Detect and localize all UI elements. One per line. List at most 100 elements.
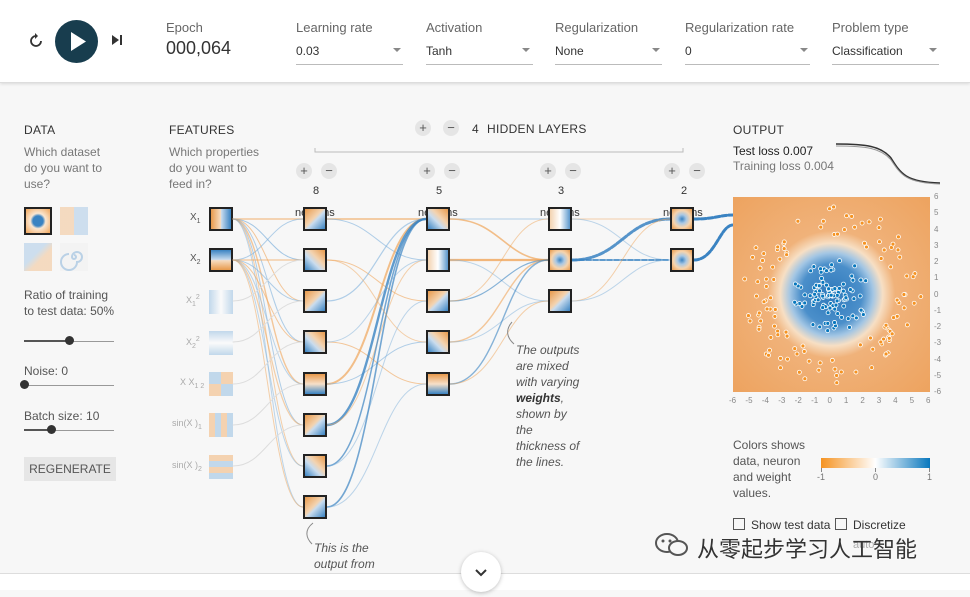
layer4-remove-neuron-button[interactable]: − [689,163,705,179]
scroll-down-button[interactable] [461,552,501,592]
data-point-negative [784,252,790,258]
y-tick-label: -3 [934,338,942,348]
data-point-negative [864,244,869,250]
data-point-positive [840,288,846,294]
data-point-negative [831,204,837,210]
neuron-l1-8[interactable] [303,495,327,519]
data-point-positive [852,263,858,269]
data-point-negative [904,322,910,328]
data-point-positive [811,264,817,269]
data-point-negative [834,380,840,386]
data-point-positive [810,322,816,328]
data-point-negative [758,318,764,324]
data-point-negative [844,213,849,219]
neuron-l2-3[interactable] [426,289,450,313]
data-point-positive [820,279,826,285]
x-tick-label: 6 [926,396,931,405]
legend-text: Colors shows data, neuron and weight val… [733,438,806,500]
y-tick-label: 6 [934,192,939,201]
remove-layer-button[interactable]: − [443,120,459,136]
data-point-negative [829,357,835,363]
neuron-l3-1[interactable] [548,207,572,231]
data-point-positive [857,293,863,299]
annot-w3: with varying [516,375,580,389]
y-tick-label: 4 [934,224,939,234]
data-point-negative [896,234,901,240]
layer3-add-neuron-button[interactable]: + [540,163,556,179]
data-point-positive [815,297,821,303]
discretize-label: Discretize [853,518,906,532]
data-point-negative [817,360,823,366]
neuron-l2-4[interactable] [426,330,450,354]
data-point-positive [841,303,847,309]
data-point-positive [829,262,835,268]
neuron-l1-2[interactable] [303,248,327,272]
neuron-l1-4[interactable] [303,330,327,354]
layer1-add-neuron-button[interactable]: + [296,163,312,179]
neuron-l1-3[interactable] [303,289,327,313]
x-tick-label: -5 [745,396,753,405]
x-tick-label: 4 [893,396,898,405]
data-point-negative [818,224,824,230]
neuron-l4-2[interactable] [670,248,694,272]
data-point-negative [878,256,884,261]
data-point-positive [828,267,834,273]
test-loss-label: Test loss [733,144,780,158]
layer2-remove-neuron-button[interactable]: − [444,163,460,179]
data-point-negative [772,314,778,319]
neuron-l4-1[interactable] [670,207,694,231]
neuron-l2-5[interactable] [426,372,450,396]
data-point-negative [918,294,924,299]
data-point-negative [763,284,769,289]
data-point-negative [901,292,907,297]
neuron-l3-3[interactable] [548,289,572,313]
discretize-checkbox[interactable] [835,518,847,530]
data-point-negative [781,246,787,251]
data-point-positive [818,266,823,272]
neuron-l2-2[interactable] [426,248,450,272]
data-point-positive [825,320,831,326]
data-point-negative [869,365,875,371]
data-point-negative [766,352,771,358]
data-point-negative [894,297,900,303]
data-point-negative [868,335,873,341]
data-point-positive [841,281,846,287]
data-point-positive [833,302,839,308]
neuron-l1-7[interactable] [303,454,327,478]
data-point-negative [772,307,778,312]
neuron-l2-1[interactable] [426,207,450,231]
data-point-negative [888,264,894,270]
data-point-negative [862,240,867,246]
data-point-negative [895,247,901,253]
data-point-positive [835,311,841,316]
data-point-negative [820,218,826,224]
data-point-negative [802,376,808,382]
watermark-text: 从零起步学习人工智能 [697,537,918,562]
add-layer-button[interactable]: + [415,120,431,136]
layer3-remove-neuron-button[interactable]: − [565,163,581,179]
layer4-add-neuron-button[interactable]: + [664,163,680,179]
data-point-negative [877,216,883,222]
legend-tick-pos: 1 [927,472,933,482]
data-point-negative [832,366,838,372]
annot-w1: The outputs [516,343,580,357]
layer4-count: 2 [681,185,688,197]
data-point-negative [866,219,872,225]
data-point-negative [842,227,847,233]
data-point-negative [838,369,844,375]
neuron-l3-2[interactable] [548,248,572,272]
data-point-negative [778,355,783,361]
data-point-negative [768,335,774,340]
show-test-data-checkbox[interactable] [733,518,745,530]
layer2-add-neuron-button[interactable]: + [419,163,435,179]
data-point-positive [792,299,798,305]
layer1-remove-neuron-button[interactable]: − [321,163,337,179]
neuron-l1-6[interactable] [303,413,327,437]
loss-curve [836,143,940,185]
data-point-negative [781,239,787,245]
test-loss: Test loss 0.007 [733,144,813,158]
neuron-l1-1[interactable] [303,207,327,231]
data-point-negative [886,335,892,341]
x-tick-label: -6 [729,396,737,405]
neuron-l1-5[interactable] [303,372,327,396]
